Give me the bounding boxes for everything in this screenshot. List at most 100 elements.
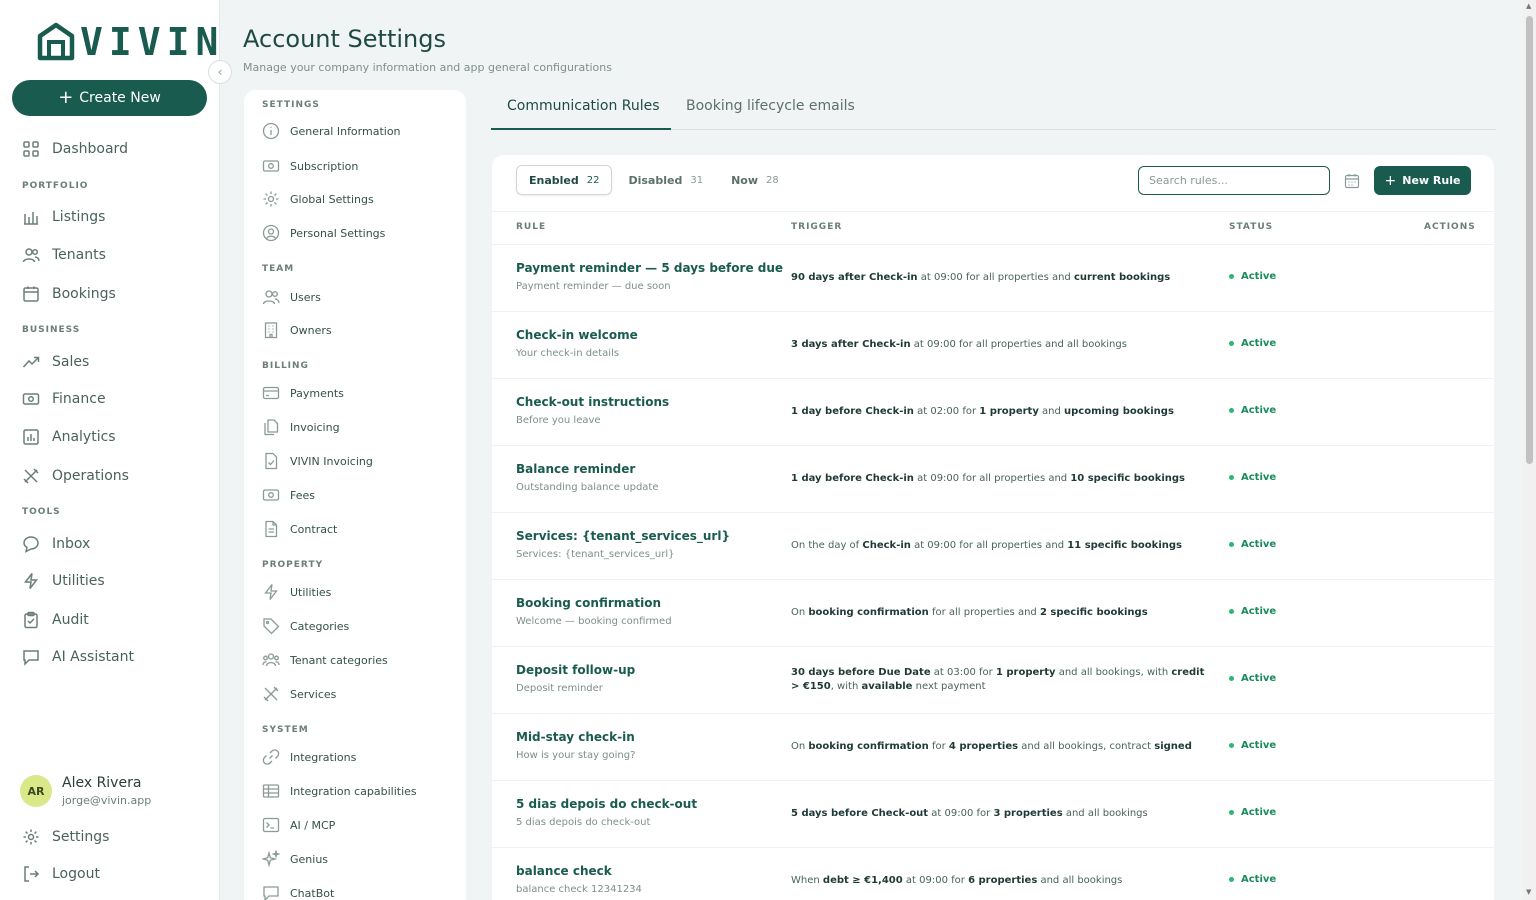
- nav-item-finance[interactable]: Finance: [22, 387, 106, 411]
- settings-item-integrations[interactable]: Integrations: [262, 747, 356, 767]
- nav-item-listings[interactable]: Listings: [22, 205, 105, 229]
- table-row[interactable]: 5 dias depois do check-out 5 dias depois…: [492, 781, 1494, 848]
- settings-item-utilities[interactable]: Utilities: [262, 582, 331, 602]
- rule-name[interactable]: Deposit follow-up: [516, 663, 635, 677]
- settings-item-label: Owners: [290, 323, 332, 337]
- status-badge: Active: [1229, 472, 1276, 483]
- logo[interactable]: VIVIN: [36, 22, 224, 62]
- settings-item-label: Utilities: [290, 585, 332, 599]
- settings-item-categories[interactable]: Categories: [262, 616, 349, 636]
- filter-now[interactable]: Now 28: [719, 165, 791, 195]
- nav-item-operations[interactable]: Operations: [22, 464, 129, 488]
- status-dot-icon: [1229, 475, 1234, 480]
- settings-item-integration-capabilities[interactable]: Integration capabilities: [262, 781, 417, 801]
- nav-label: Finance: [52, 391, 106, 407]
- rule-name[interactable]: Booking confirmation: [516, 596, 661, 610]
- tab-communication-rules[interactable]: Communication Rules: [507, 98, 660, 114]
- table-row[interactable]: Payment reminder — 5 days before due Pay…: [492, 245, 1494, 312]
- rule-name[interactable]: balance check: [516, 864, 612, 878]
- rule-name[interactable]: Services: {tenant_services_url}: [516, 529, 730, 543]
- collapse-sidebar-button[interactable]: ‹: [208, 60, 232, 84]
- nav-label: Tenants: [52, 247, 106, 263]
- trigger-part: 30 days before Due Date: [791, 667, 931, 678]
- status-label: Active: [1241, 539, 1277, 550]
- trigger-part: at 03:00 for: [930, 667, 996, 678]
- status-label: Active: [1241, 673, 1277, 684]
- nav-item-bookings[interactable]: Bookings: [22, 282, 116, 306]
- settings-item-label: Integration capabilities: [290, 784, 417, 798]
- nav-item-audit[interactable]: Audit: [22, 608, 89, 632]
- rule-name[interactable]: Check-in welcome: [516, 328, 638, 342]
- settings-item-genius[interactable]: Genius: [262, 849, 328, 869]
- table-row[interactable]: Booking confirmation Welcome — booking c…: [492, 580, 1494, 647]
- trigger-part: and all bookings: [1062, 808, 1148, 819]
- settings-item-invoicing[interactable]: Invoicing: [262, 417, 340, 437]
- settings-item-owners[interactable]: Owners: [262, 320, 332, 340]
- status-label: Active: [1241, 405, 1277, 416]
- table-row[interactable]: Mid-stay check-in How is your stay going…: [492, 714, 1494, 781]
- rules-card: Enabled 22 Disabled 31 Now 28 + New Rule…: [492, 155, 1494, 900]
- filter-label: Disabled: [628, 173, 683, 187]
- settings-section-billing: BILLING: [262, 361, 309, 371]
- filter-disabled[interactable]: Disabled 31: [616, 165, 715, 195]
- settings-item-contract[interactable]: Contract: [262, 519, 337, 539]
- rule-name[interactable]: Payment reminder — 5 days before due: [516, 261, 783, 275]
- trigger-part: 3 days after Check-in: [791, 339, 911, 350]
- create-new-button[interactable]: + Create New: [12, 80, 207, 116]
- column-trigger[interactable]: TRIGGER: [791, 222, 842, 232]
- rule-name[interactable]: Check-out instructions: [516, 395, 669, 409]
- column-actions: ACTIONS: [1424, 222, 1476, 232]
- table-row[interactable]: Services: {tenant_services_url} Services…: [492, 513, 1494, 580]
- settings-item-vivin-invoicing[interactable]: VIVIN Invoicing: [262, 451, 373, 471]
- settings-item-ai-mcp[interactable]: AI / MCP: [262, 815, 335, 835]
- rule-subject: Before you leave: [516, 415, 601, 426]
- table-row[interactable]: balance check balance check 12341234 Whe…: [492, 848, 1494, 900]
- column-rule[interactable]: RULE: [516, 222, 546, 232]
- calendar-icon[interactable]: [1344, 173, 1360, 189]
- trigger-part: booking confirmation: [808, 741, 929, 752]
- nav-item-analytics[interactable]: Analytics: [22, 425, 116, 449]
- table-row[interactable]: Balance reminder Outstanding balance upd…: [492, 446, 1494, 513]
- settings-item-chatbot[interactable]: ChatBot: [262, 883, 334, 900]
- nav-item-settings[interactable]: Settings: [22, 825, 109, 849]
- nav-item-utilities[interactable]: Utilities: [22, 569, 105, 593]
- nav-item-logout[interactable]: Logout: [22, 862, 100, 886]
- table-row[interactable]: Check-in welcome Your check-in details 3…: [492, 312, 1494, 379]
- nav-item-sales[interactable]: Sales: [22, 350, 89, 374]
- scrollbar-thumb[interactable]: [1526, 16, 1533, 464]
- column-status[interactable]: STATUS: [1229, 222, 1273, 232]
- settings-item-general[interactable]: General Information: [262, 121, 401, 141]
- settings-item-global[interactable]: Global Settings: [262, 189, 374, 209]
- tab-booking-lifecycle-emails[interactable]: Booking lifecycle emails: [686, 98, 855, 114]
- trigger-part: When: [791, 875, 823, 886]
- settings-item-label: Fees: [290, 488, 315, 502]
- nav-item-dashboard[interactable]: Dashboard: [22, 137, 128, 161]
- status-label: Active: [1241, 807, 1277, 818]
- settings-item-personal[interactable]: Personal Settings: [262, 223, 385, 243]
- rule-name[interactable]: 5 dias depois do check-out: [516, 797, 697, 811]
- bar-chart-icon: [23, 429, 39, 445]
- nav-item-ai-assistant[interactable]: AI Assistant: [22, 645, 134, 669]
- settings-item-fees[interactable]: Fees: [262, 485, 315, 505]
- new-rule-button[interactable]: + New Rule: [1374, 166, 1471, 195]
- settings-item-payments[interactable]: Payments: [262, 383, 344, 403]
- scroll-up-arrow-icon[interactable]: ▲: [1526, 2, 1531, 10]
- nav-label: Settings: [52, 829, 110, 845]
- scroll-down-arrow-icon[interactable]: ▼: [1526, 888, 1531, 896]
- rule-name[interactable]: Mid-stay check-in: [516, 730, 635, 744]
- settings-item-services[interactable]: Services: [262, 684, 336, 704]
- nav-item-inbox[interactable]: Inbox: [22, 532, 90, 556]
- page-scrollbar[interactable]: ▲ ▼: [1523, 0, 1536, 900]
- table-row[interactable]: Deposit follow-up Deposit reminder 30 da…: [492, 647, 1494, 714]
- settings-item-users[interactable]: Users: [262, 287, 321, 307]
- settings-item-tenant-categories[interactable]: Tenant categories: [262, 650, 388, 670]
- filter-enabled[interactable]: Enabled 22: [516, 165, 613, 195]
- nav-item-tenants[interactable]: Tenants: [22, 243, 106, 267]
- user-profile[interactable]: AR Alex Rivera jorge@vivin.app: [20, 775, 151, 807]
- settings-item-subscription[interactable]: Subscription: [262, 156, 358, 176]
- table-row[interactable]: Check-out instructions Before you leave …: [492, 379, 1494, 446]
- trigger-part: available: [861, 681, 913, 692]
- search-input[interactable]: [1138, 166, 1330, 195]
- rule-name[interactable]: Balance reminder: [516, 462, 635, 476]
- settings-item-label: Global Settings: [290, 192, 374, 206]
